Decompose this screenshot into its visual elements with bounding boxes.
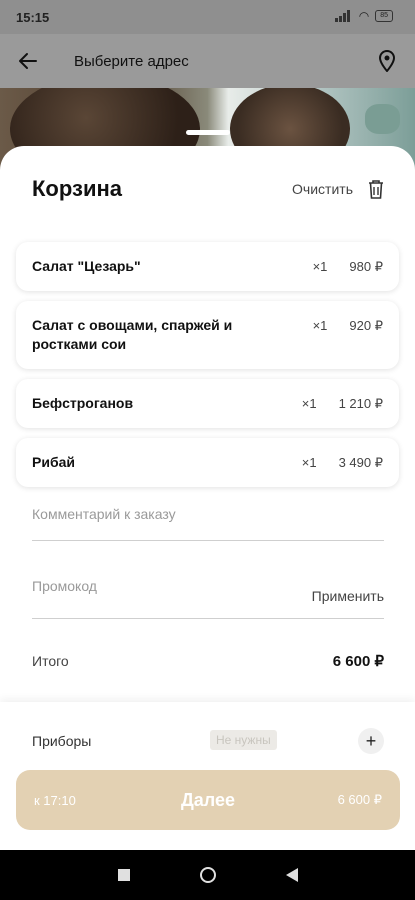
cart-item-qty: ×1 [301, 396, 317, 411]
order-comment-placeholder: Комментарий к заказу [32, 506, 176, 522]
sheet-drag-handle[interactable] [186, 130, 230, 135]
cart-item[interactable]: Салат с овощами, спаржей и ростками сои … [16, 301, 399, 369]
cutlery-row: Приборы Не нужны + [32, 728, 384, 754]
checkout-panel: Приборы Не нужны + к 17:10 Далее 6 600 ₽ [0, 702, 415, 850]
battery-icon: 85 [375, 10, 393, 22]
total-label: Итого [32, 653, 69, 669]
back-arrow-icon[interactable] [8, 41, 48, 81]
next-button-sum: 6 600 ₽ [337, 792, 382, 807]
food-photo-accent [365, 104, 400, 134]
clear-cart-button[interactable]: Очистить [292, 181, 353, 197]
app-bar: Выберите адрес [0, 34, 415, 88]
cart-item-price: 980 ₽ [349, 259, 383, 274]
order-total: Итого 6 600 ₽ [32, 652, 384, 670]
cart-item-name: Бефстроганов [32, 395, 134, 411]
address-title[interactable]: Выберите адрес [74, 53, 367, 70]
cart-item-price: 3 490 ₽ [338, 455, 383, 470]
signal-icon [334, 10, 353, 22]
add-cutlery-button[interactable]: + [358, 728, 384, 754]
cutlery-status-badge: Не нужны [210, 730, 277, 750]
back-nav-icon[interactable] [285, 868, 298, 882]
location-pin-icon[interactable] [367, 41, 407, 81]
cart-item-price: 1 210 ₽ [338, 396, 383, 411]
promo-code-placeholder: Промокод [32, 578, 97, 594]
cart-item-name: Салат "Цезарь" [32, 258, 141, 274]
next-button[interactable]: к 17:10 Далее 6 600 ₽ [16, 770, 400, 830]
status-time: 15:15 [16, 10, 50, 25]
system-nav-bar [0, 850, 415, 900]
cart-item[interactable]: Рибай ×1 3 490 ₽ [16, 438, 399, 487]
cart-items-list: Салат "Цезарь" ×1 980 ₽ Салат с овощами,… [16, 242, 399, 497]
cart-item-qty: ×1 [301, 455, 317, 470]
status-icons: ◠ 85 [334, 9, 393, 23]
cart-item-price: 920 ₽ [349, 318, 383, 333]
cart-header: Корзина Очистить [32, 174, 385, 204]
home-icon[interactable] [199, 867, 216, 883]
cart-item[interactable]: Бефстроганов ×1 1 210 ₽ [16, 379, 399, 428]
cart-item-qty: ×1 [312, 259, 328, 274]
cart-item-name: Рибай [32, 454, 75, 470]
recent-apps-icon[interactable] [117, 869, 130, 881]
cart-item-qty: ×1 [312, 318, 328, 333]
promo-code-field[interactable]: Промокод Применить [32, 578, 384, 619]
trash-icon[interactable] [367, 178, 385, 200]
wifi-icon: ◠ [358, 9, 370, 23]
cart-item[interactable]: Салат "Цезарь" ×1 980 ₽ [16, 242, 399, 291]
cutlery-label: Приборы [32, 733, 92, 749]
cart-title: Корзина [32, 176, 122, 201]
apply-promo-button[interactable]: Применить [312, 588, 384, 604]
status-bar: 15:15 ◠ 85 [0, 0, 415, 34]
order-comment-field[interactable]: Комментарий к заказу [32, 506, 384, 541]
cart-item-name: Салат с овощами, спаржей и ростками сои [32, 317, 233, 352]
total-value: 6 600 ₽ [332, 653, 384, 670]
